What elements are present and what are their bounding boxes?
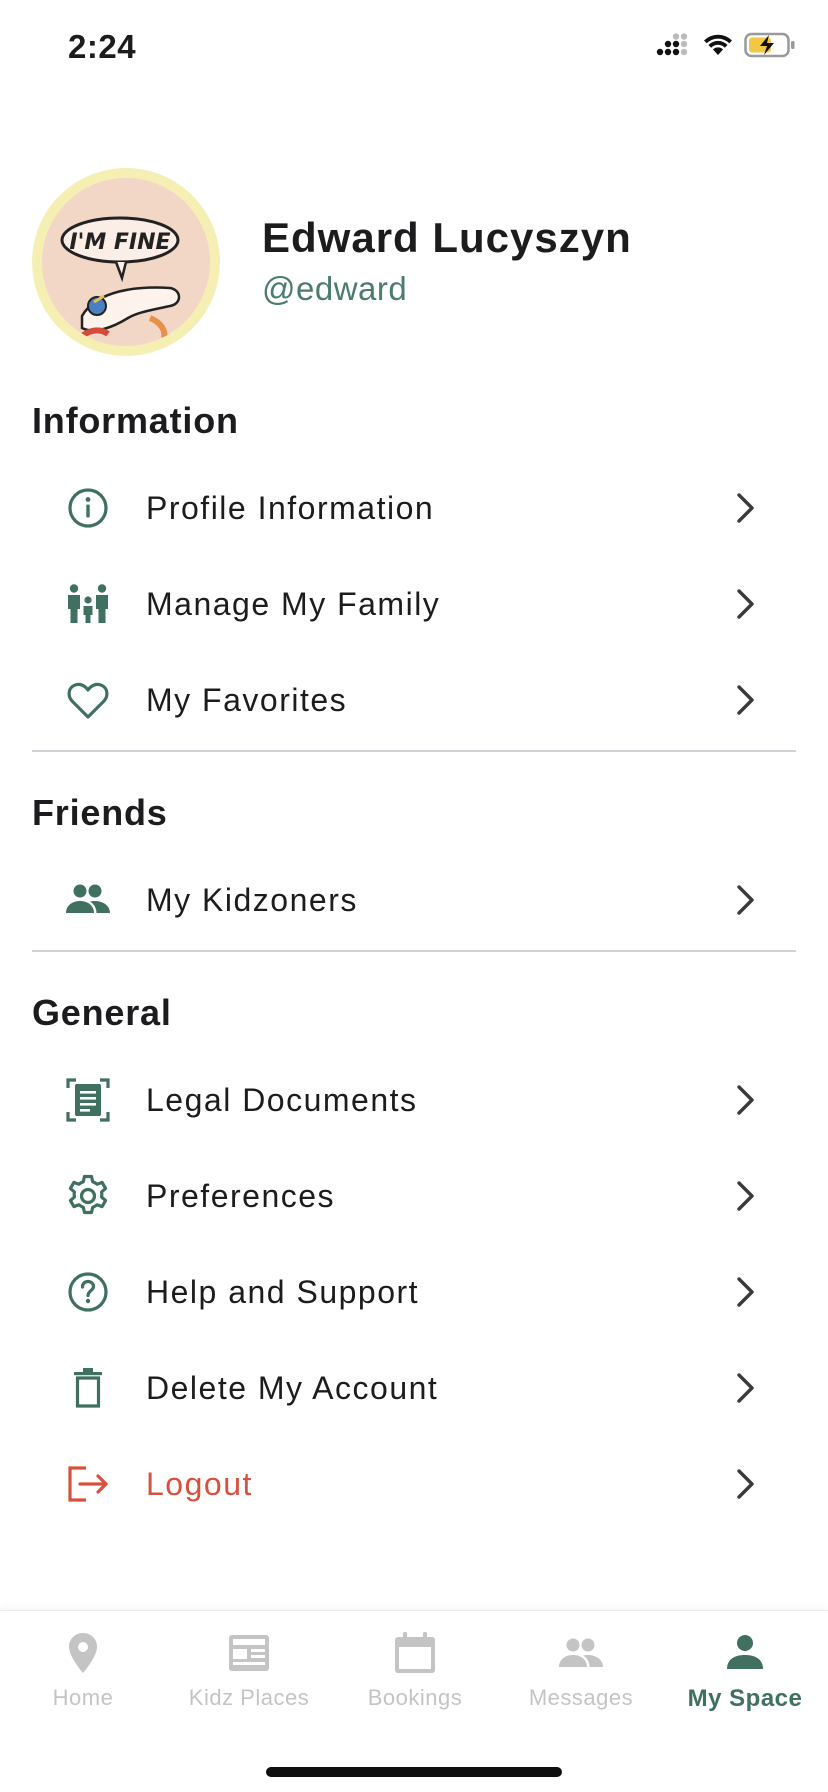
profile-name: Edward Lucyszyn (262, 214, 632, 261)
chevron-right-icon (737, 1277, 754, 1307)
gear-icon (64, 1172, 112, 1220)
tab-my-space[interactable]: My Space (662, 1611, 828, 1721)
avatar[interactable]: I'M FINE (32, 168, 220, 356)
menu-item-label: Preferences (146, 1177, 336, 1214)
tab-messages[interactable]: Messages (498, 1611, 664, 1721)
menu-item-legal-documents[interactable]: Legal Documents (0, 1052, 828, 1148)
profile-header: I'M FINE Edward Lucyszyn @edward (32, 168, 812, 358)
section-title-friends: Friends (32, 792, 168, 833)
location-pin-icon (69, 1633, 97, 1673)
chevron-right-icon (737, 685, 754, 715)
cellular-signal-icon (656, 33, 688, 56)
tab-label: Messages (528, 1685, 634, 1710)
menu-item-logout[interactable]: Logout (0, 1436, 828, 1532)
chevron-right-icon (737, 1373, 754, 1403)
home-indicator[interactable] (266, 1767, 562, 1777)
logout-icon (64, 1460, 112, 1508)
menu-item-label: Delete My Account (146, 1369, 439, 1406)
status-time: 2:24 (68, 28, 137, 65)
menu-item-preferences[interactable]: Preferences (0, 1148, 828, 1244)
menu-item-profile-information[interactable]: Profile Information (0, 460, 828, 556)
avatar-caption: I'M FINE (69, 230, 170, 255)
section-title-general: General (32, 992, 172, 1033)
wifi-icon (704, 34, 732, 55)
menu-item-label: Manage My Family (146, 585, 441, 622)
tab-label: My Space (687, 1685, 803, 1712)
heart-icon (64, 676, 112, 724)
bottom-tab-bar: Home Kidz Places Bookings Messages My Sp… (0, 1610, 828, 1792)
tab-kidz-places[interactable]: Kidz Places (166, 1611, 332, 1721)
chevron-right-icon (737, 1085, 754, 1115)
status-bar: 2:24 (0, 0, 828, 100)
profile-handle: @edward (262, 270, 408, 307)
chevron-right-icon (737, 589, 754, 619)
menu-item-label: Help and Support (146, 1273, 420, 1310)
calendar-icon (395, 1632, 435, 1673)
section-divider (32, 750, 796, 752)
people-icon (64, 876, 112, 924)
tab-bookings[interactable]: Bookings (332, 1611, 498, 1721)
chevron-right-icon (737, 885, 754, 915)
section-divider (32, 950, 796, 952)
avatar-illustration: I'M FINE (42, 178, 210, 346)
family-icon (64, 580, 112, 628)
chevron-right-icon (737, 1181, 754, 1211)
menu-item-manage-my-family[interactable]: Manage My Family (0, 556, 828, 652)
menu-item-label: My Kidzoners (146, 881, 358, 918)
menu-item-label: My Favorites (146, 681, 348, 718)
menu-item-delete-my-account[interactable]: Delete My Account (0, 1340, 828, 1436)
newspaper-icon (229, 1635, 269, 1671)
menu-item-help-and-support[interactable]: Help and Support (0, 1244, 828, 1340)
menu-item-my-favorites[interactable]: My Favorites (0, 652, 828, 748)
tab-label: Bookings (367, 1685, 463, 1710)
help-circle-icon (64, 1268, 112, 1316)
person-icon (727, 1635, 763, 1669)
tab-home[interactable]: Home (0, 1611, 166, 1721)
menu-item-label: Profile Information (146, 489, 435, 526)
menu-item-label: Logout (146, 1465, 253, 1502)
menu-item-my-kidzoners[interactable]: My Kidzoners (0, 852, 828, 948)
document-icon (64, 1076, 112, 1124)
tab-label: Kidz Places (188, 1685, 310, 1710)
menu-item-label: Legal Documents (146, 1081, 418, 1118)
status-icons (656, 32, 796, 58)
section-title-information: Information (32, 400, 239, 441)
info-circle-icon (64, 484, 112, 532)
people-icon (559, 1638, 603, 1667)
tab-label: Home (52, 1685, 114, 1710)
chevron-right-icon (737, 1469, 754, 1499)
trash-icon (64, 1364, 112, 1412)
chevron-right-icon (737, 493, 754, 523)
battery-charging-icon (744, 32, 795, 58)
